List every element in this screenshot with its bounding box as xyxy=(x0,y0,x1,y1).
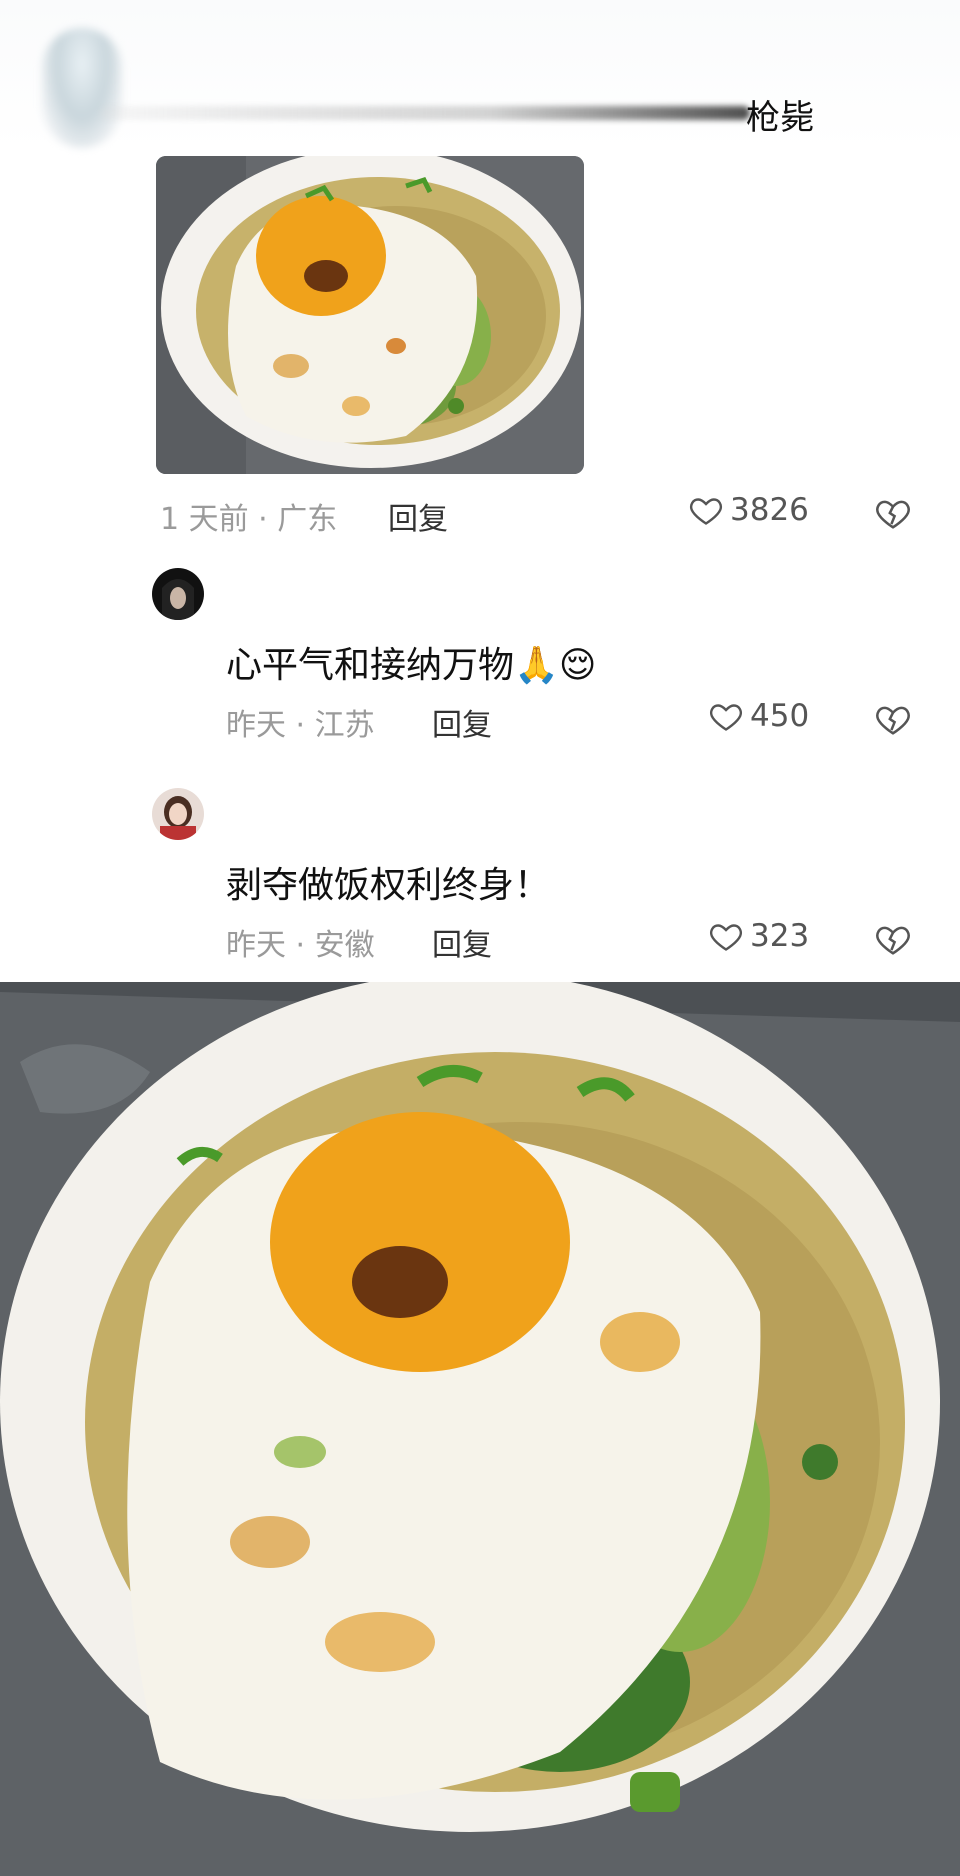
blurred-username-bar xyxy=(100,106,750,120)
comment-2-text: 心平气和接纳万物🙏😌 xyxy=(226,645,597,686)
comment-2-avatar[interactable] xyxy=(152,568,204,620)
avatar-image xyxy=(152,568,204,620)
comment-1-reply-button[interactable]: 回复 xyxy=(388,494,448,538)
comment-image-thumbnail[interactable] xyxy=(156,156,584,474)
comment-1-meta: 1 天前 · 广东 xyxy=(160,502,338,537)
comment-3-meta: 昨天 · 安徽 xyxy=(226,928,375,963)
food-bowl-image xyxy=(156,156,584,474)
user-name[interactable]: 枪毙 xyxy=(746,90,814,139)
avatar-image xyxy=(152,788,204,840)
enlarged-food-photo[interactable] xyxy=(0,982,960,1876)
heart-outline-icon xyxy=(709,924,743,951)
comment-3-like-button[interactable]: 323 xyxy=(708,918,809,954)
food-bowl-image xyxy=(0,982,960,1876)
broken-heart-icon[interactable] xyxy=(874,700,912,738)
comment-2-meta: 昨天 · 江苏 xyxy=(226,708,375,743)
like-count: 450 xyxy=(750,698,810,734)
heart-outline-icon xyxy=(689,498,723,525)
comment-1-like-button[interactable]: 3826 xyxy=(688,492,809,528)
comment-3-reply-button[interactable]: 回复 xyxy=(432,920,492,964)
like-count: 323 xyxy=(750,918,810,954)
blurred-avatar xyxy=(42,28,122,148)
like-count: 3826 xyxy=(730,492,809,528)
broken-heart-icon[interactable] xyxy=(874,494,912,532)
top-header: 枪毙 xyxy=(0,0,960,150)
comment-2-like-button[interactable]: 450 xyxy=(708,698,809,734)
comment-2-reply-button[interactable]: 回复 xyxy=(432,700,492,744)
broken-heart-icon[interactable] xyxy=(874,920,912,958)
heart-outline-icon xyxy=(709,704,743,731)
comment-3-avatar[interactable] xyxy=(152,788,204,840)
comment-3-text: 剥夺做饭权利终身！ xyxy=(226,865,551,906)
